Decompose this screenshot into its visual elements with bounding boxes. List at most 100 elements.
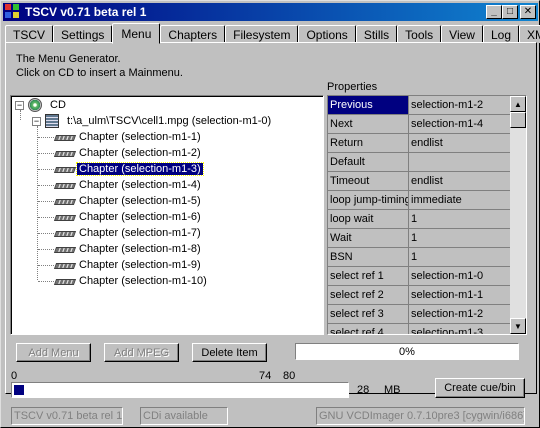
tree-node-label: Chapter (selection-m1-5)	[79, 195, 201, 207]
tree-node-chapter[interactable]: Chapter (selection-m1-2)	[55, 145, 203, 161]
tab-options[interactable]: Options	[298, 25, 356, 43]
tab-settings[interactable]: Settings	[53, 25, 113, 43]
property-key: Previous	[328, 96, 409, 115]
chapter-icon	[55, 277, 73, 285]
property-row[interactable]: Previous selection-m1-2	[328, 96, 510, 115]
property-value[interactable]: 1	[409, 248, 510, 267]
property-value[interactable]: endlist	[409, 172, 510, 191]
property-row[interactable]: select ref 2 selection-m1-1	[328, 286, 510, 305]
size-bar	[11, 382, 349, 398]
property-key: BSN	[328, 248, 409, 267]
tab-tools[interactable]: Tools	[397, 25, 442, 43]
property-value[interactable]	[409, 153, 510, 172]
film-icon	[45, 114, 59, 128]
size-bar-fill	[14, 385, 24, 395]
chapter-icon	[55, 133, 73, 141]
tab-stills[interactable]: Stills	[355, 25, 398, 43]
property-row[interactable]: Wait 1	[328, 229, 510, 248]
tree-node-chapter[interactable]: Chapter (selection-m1-6)	[55, 209, 203, 225]
scroll-up-button[interactable]: ▲	[510, 96, 526, 112]
properties-scrollbar[interactable]: ▲ ▼	[510, 96, 526, 334]
app-window: TSCV v0.71 beta rel 1 _ □ ✕ TSCV Setting…	[0, 0, 540, 428]
size-value: 28	[357, 384, 370, 396]
scroll-down-button[interactable]: ▼	[510, 318, 526, 334]
property-value[interactable]: selection-m1-3	[409, 324, 510, 334]
tree-node-chapter[interactable]: Chapter (selection-m1-3)	[55, 161, 204, 177]
progress-percent: 0%	[295, 343, 519, 360]
tab-xml[interactable]: XML	[519, 25, 540, 43]
delete-item-button[interactable]: Delete Item	[192, 343, 267, 362]
tree-node-label: Chapter (selection-m1-2)	[79, 147, 201, 159]
status-imager: GNU VCDImager 0.7.10pre3 [cygwin/i686]	[316, 407, 525, 425]
property-key: Wait	[328, 229, 409, 248]
property-row[interactable]: Return endlist	[328, 134, 510, 153]
menu-tree[interactable]: − CD − t:\a_ulm\TSCV\cell1.mpg (selectio…	[10, 95, 324, 335]
tree-node-chapter[interactable]: Chapter (selection-m1-4)	[55, 177, 203, 193]
tab-log[interactable]: Log	[482, 25, 519, 43]
size-scale-mark1: 74	[259, 370, 272, 382]
minimize-button[interactable]: _	[486, 5, 502, 19]
property-row[interactable]: select ref 4 selection-m1-3	[328, 324, 510, 334]
tab-filesystem[interactable]: Filesystem	[225, 25, 299, 43]
tab-strip: TSCV Settings Menu Chapters Filesystem O…	[5, 23, 540, 44]
tab-tscv[interactable]: TSCV	[5, 25, 54, 43]
property-value[interactable]: selection-m1-2	[409, 96, 510, 115]
create-cue-bin-button[interactable]: Create cue/bin	[435, 378, 525, 398]
tree-node-chapter[interactable]: Chapter (selection-m1-10)	[55, 273, 209, 289]
property-value[interactable]: selection-m1-2	[409, 305, 510, 324]
tree-node-label: Chapter (selection-m1-7)	[79, 227, 201, 239]
property-row[interactable]: loop jump-timing immediate	[328, 191, 510, 210]
property-value[interactable]: endlist	[409, 134, 510, 153]
tree-node-label: Chapter (selection-m1-9)	[79, 259, 201, 271]
property-value[interactable]: selection-m1-0	[409, 267, 510, 286]
tree-node-chapter[interactable]: Chapter (selection-m1-7)	[55, 225, 203, 241]
tree-expander[interactable]: −	[15, 100, 24, 110]
property-row[interactable]: loop wait 1	[328, 210, 510, 229]
tab-menu[interactable]: Menu	[112, 23, 161, 44]
tree-node-file[interactable]: − t:\a_ulm\TSCV\cell1.mpg (selection-m1-…	[32, 113, 273, 129]
chapter-icon	[55, 181, 73, 189]
property-value[interactable]: immediate	[409, 191, 510, 210]
chapter-icon	[55, 245, 73, 253]
property-value[interactable]: selection-m1-4	[409, 115, 510, 134]
chapter-icon	[55, 213, 73, 221]
tree-node-label: Chapter (selection-m1-4)	[79, 179, 201, 191]
size-scale-start: 0	[11, 370, 18, 382]
tree-node-label: Chapter (selection-m1-6)	[79, 211, 201, 223]
tree-node-cd[interactable]: − CD	[15, 97, 68, 113]
close-button[interactable]: ✕	[520, 5, 536, 19]
property-value[interactable]: 1	[409, 229, 510, 248]
status-version: TSCV v0.71 beta rel 1	[11, 407, 123, 425]
add-mpeg-button[interactable]: Add MPEG	[104, 343, 179, 362]
properties-grid[interactable]: Previous selection-m1-2 Next selection-m1-4…	[327, 95, 527, 335]
tree-node-chapter[interactable]: Chapter (selection-m1-5)	[55, 193, 203, 209]
tree-node-label: Chapter (selection-m1-8)	[79, 243, 201, 255]
tree-node-label: Chapter (selection-m1-10)	[79, 275, 207, 287]
property-key: select ref 4	[328, 324, 409, 334]
status-cdi: CDi available	[140, 407, 228, 425]
tab-view[interactable]: View	[441, 25, 483, 43]
menu-info-line2: Click on CD to insert a Mainmenu.	[16, 67, 183, 79]
tree-node-label: t:\a_ulm\TSCV\cell1.mpg (selection-m1-0)	[67, 115, 272, 127]
property-value[interactable]: selection-m1-1	[409, 286, 510, 305]
property-row[interactable]: Next selection-m1-4	[328, 115, 510, 134]
chapter-icon	[55, 261, 73, 269]
property-value[interactable]: 1	[409, 210, 510, 229]
chapter-icon	[55, 197, 73, 205]
property-key: Return	[328, 134, 409, 153]
tree-node-chapter[interactable]: Chapter (selection-m1-1)	[55, 129, 203, 145]
scroll-thumb[interactable]	[510, 112, 526, 128]
property-row[interactable]: Default	[328, 153, 510, 172]
property-row[interactable]: BSN 1	[328, 248, 510, 267]
tree-expander[interactable]: −	[32, 116, 41, 126]
properties-label: Properties	[327, 81, 378, 93]
add-menu-button[interactable]: Add Menu	[16, 343, 91, 362]
maximize-button[interactable]: □	[502, 5, 518, 19]
tree-node-chapter[interactable]: Chapter (selection-m1-8)	[55, 241, 203, 257]
size-scale-mark2: 80	[283, 370, 296, 382]
property-row[interactable]: select ref 3 selection-m1-2	[328, 305, 510, 324]
tab-chapters[interactable]: Chapters	[160, 25, 226, 43]
tree-node-chapter[interactable]: Chapter (selection-m1-9)	[55, 257, 203, 273]
property-row[interactable]: select ref 1 selection-m1-0	[328, 267, 510, 286]
property-row[interactable]: Timeout endlist	[328, 172, 510, 191]
